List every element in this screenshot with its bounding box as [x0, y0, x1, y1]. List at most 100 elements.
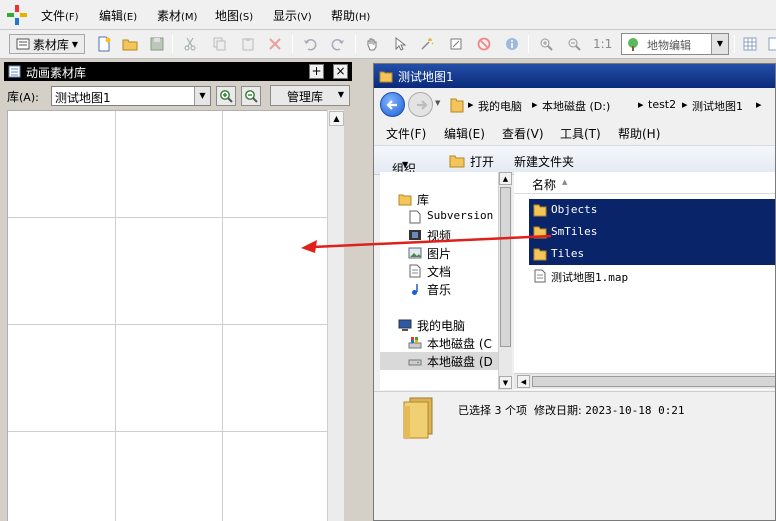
- scroll-left-arrow-icon[interactable]: ◀: [517, 375, 530, 388]
- menu-edit[interactable]: 编辑(E): [99, 7, 137, 24]
- open-command-button[interactable]: 打开: [470, 153, 494, 170]
- scroll-thumb[interactable]: [532, 376, 775, 387]
- library-combo[interactable]: 测试地图1 ▼: [51, 86, 211, 106]
- document-icon: [409, 264, 421, 278]
- explorer-menu-view[interactable]: 查看(V): [502, 125, 544, 142]
- history-dropdown-icon[interactable]: ▼: [435, 99, 440, 107]
- breadcrumb-drive-d[interactable]: 本地磁盘 (D:): [542, 98, 610, 114]
- back-button[interactable]: [380, 92, 405, 117]
- folder-open-icon: [122, 39, 138, 51]
- column-header-name[interactable]: 名称 ▲: [514, 172, 775, 194]
- zoom-out-icon: [245, 90, 258, 103]
- select-tool-button[interactable]: [390, 34, 410, 54]
- library-combo-value: 测试地图1: [55, 91, 111, 105]
- forward-arrow-icon: [417, 100, 428, 110]
- sort-ascending-icon: ▲: [562, 178, 568, 186]
- file-item-smtiles[interactable]: SmTiles: [529, 221, 775, 243]
- explorer-address-bar: ▼ ▸ 我的电脑 ▸ 本地磁盘 (D:) ▸ test2 ▸ 测试地图1 ▸: [378, 90, 775, 120]
- manage-library-button[interactable]: 管理库 ▼: [270, 85, 350, 106]
- copy-icon: [213, 37, 226, 51]
- copy-button[interactable]: [209, 34, 229, 54]
- nav-item-drive-d[interactable]: 本地磁盘 (D: [380, 352, 498, 370]
- save-icon: [150, 37, 164, 51]
- grid-button[interactable]: [740, 34, 760, 54]
- scroll-down-arrow-icon[interactable]: ▼: [499, 376, 512, 389]
- zoom-out-icon: [568, 38, 581, 51]
- new-file-button[interactable]: [94, 34, 114, 54]
- folder-icon: [379, 71, 393, 83]
- menu-help[interactable]: 帮助(H): [331, 7, 370, 24]
- scroll-up-arrow-icon[interactable]: ▲: [329, 111, 344, 126]
- new-folder-button[interactable]: 新建文件夹: [514, 153, 574, 170]
- folder-open-icon: [449, 155, 465, 168]
- paste-button[interactable]: [238, 34, 258, 54]
- forward-button[interactable]: [408, 92, 433, 117]
- navigation-pane-scrollbar[interactable]: ▲ ▼: [498, 172, 512, 390]
- explorer-menu-file[interactable]: 文件(F): [386, 125, 426, 142]
- redo-button[interactable]: [328, 34, 348, 54]
- nav-item-computer[interactable]: 我的电脑: [380, 316, 498, 334]
- cut-button[interactable]: [180, 34, 200, 54]
- drive-icon: [408, 337, 422, 349]
- file-list-horizontal-scrollbar[interactable]: ◀: [514, 373, 775, 389]
- zoom-in-button[interactable]: [536, 34, 556, 54]
- nav-item-documents[interactable]: 文档: [380, 262, 498, 280]
- asset-thumbnail-grid[interactable]: [7, 110, 327, 521]
- asset-library-button[interactable]: 素材库 ▼: [9, 34, 85, 54]
- breadcrumb-computer[interactable]: 我的电脑: [478, 98, 522, 114]
- file-item-tiles[interactable]: Tiles: [529, 243, 775, 265]
- drive-icon: [408, 359, 422, 366]
- explorer-menu-tools[interactable]: 工具(T): [560, 125, 601, 142]
- explorer-navigation-pane: 库 Subversion 视频 图片 文档 音乐 我的电脑 本地磁盘 (C 本地…: [380, 172, 498, 390]
- nav-item-drive-c[interactable]: 本地磁盘 (C: [380, 334, 498, 352]
- nav-item-library[interactable]: 库: [380, 190, 498, 208]
- info-icon: [506, 38, 518, 50]
- undo-button[interactable]: [300, 34, 320, 54]
- nav-item-music[interactable]: 音乐: [380, 280, 498, 298]
- nav-item-subversion[interactable]: Subversion: [380, 208, 498, 226]
- document-icon: [534, 269, 546, 283]
- menu-material[interactable]: 素材(M): [157, 7, 197, 24]
- scissors-icon: [184, 37, 196, 51]
- breadcrumb-current-folder[interactable]: 测试地图1: [692, 98, 743, 114]
- menu-file[interactable]: 文件(F): [41, 7, 79, 24]
- breadcrumb-separator: ▸: [468, 98, 474, 111]
- grid-line: [8, 431, 327, 432]
- hand-tool-button[interactable]: [362, 34, 382, 54]
- open-button[interactable]: [120, 34, 140, 54]
- zoom-reset-button[interactable]: 1:1: [593, 37, 612, 51]
- selection-status: 已选择 3 个项 修改日期: 2023-10-18 0:21: [458, 404, 685, 417]
- info-button[interactable]: [502, 34, 522, 54]
- breadcrumb-separator: ▸: [682, 98, 688, 111]
- pin-button[interactable]: +: [309, 64, 324, 79]
- breadcrumb-separator: ▸: [532, 98, 538, 111]
- asset-grid-scrollbar[interactable]: ▲: [327, 110, 344, 521]
- explorer-title-bar[interactable]: 测试地图1: [374, 64, 775, 88]
- delete-icon: [269, 38, 281, 50]
- edit-mode-select[interactable]: 地物编辑 ▼: [621, 33, 729, 55]
- crop-tool-button[interactable]: [446, 34, 466, 54]
- explorer-menu-edit[interactable]: 编辑(E): [444, 125, 485, 142]
- breadcrumb-test2[interactable]: test2: [648, 98, 676, 111]
- zoom-in-icon: [220, 90, 233, 103]
- library-icon: [398, 194, 412, 206]
- magic-wand-button[interactable]: [417, 34, 437, 54]
- menu-map[interactable]: 地图(S): [215, 7, 253, 24]
- scroll-thumb[interactable]: [500, 187, 511, 347]
- library-zoom-in-button[interactable]: [216, 86, 236, 106]
- menu-view[interactable]: 显示(V): [273, 7, 312, 24]
- explorer-details-pane: 已选择 3 个项 修改日期: 2023-10-18 0:21: [374, 391, 775, 520]
- save-button[interactable]: [147, 34, 167, 54]
- close-panel-button[interactable]: ×: [333, 64, 348, 79]
- forbid-button[interactable]: [474, 34, 494, 54]
- scroll-up-arrow-icon[interactable]: ▲: [499, 172, 512, 185]
- library-zoom-out-button[interactable]: [241, 86, 261, 106]
- explorer-menu-help[interactable]: 帮助(H): [618, 125, 660, 142]
- file-item-map[interactable]: 测试地图1.map: [529, 265, 775, 287]
- layer-button[interactable]: [764, 34, 776, 54]
- library-label: 库(A):: [7, 90, 39, 104]
- file-item-objects[interactable]: Objects: [529, 199, 775, 221]
- zoom-out-button[interactable]: [564, 34, 584, 54]
- folder-icon: [450, 98, 464, 113]
- delete-button[interactable]: [265, 34, 285, 54]
